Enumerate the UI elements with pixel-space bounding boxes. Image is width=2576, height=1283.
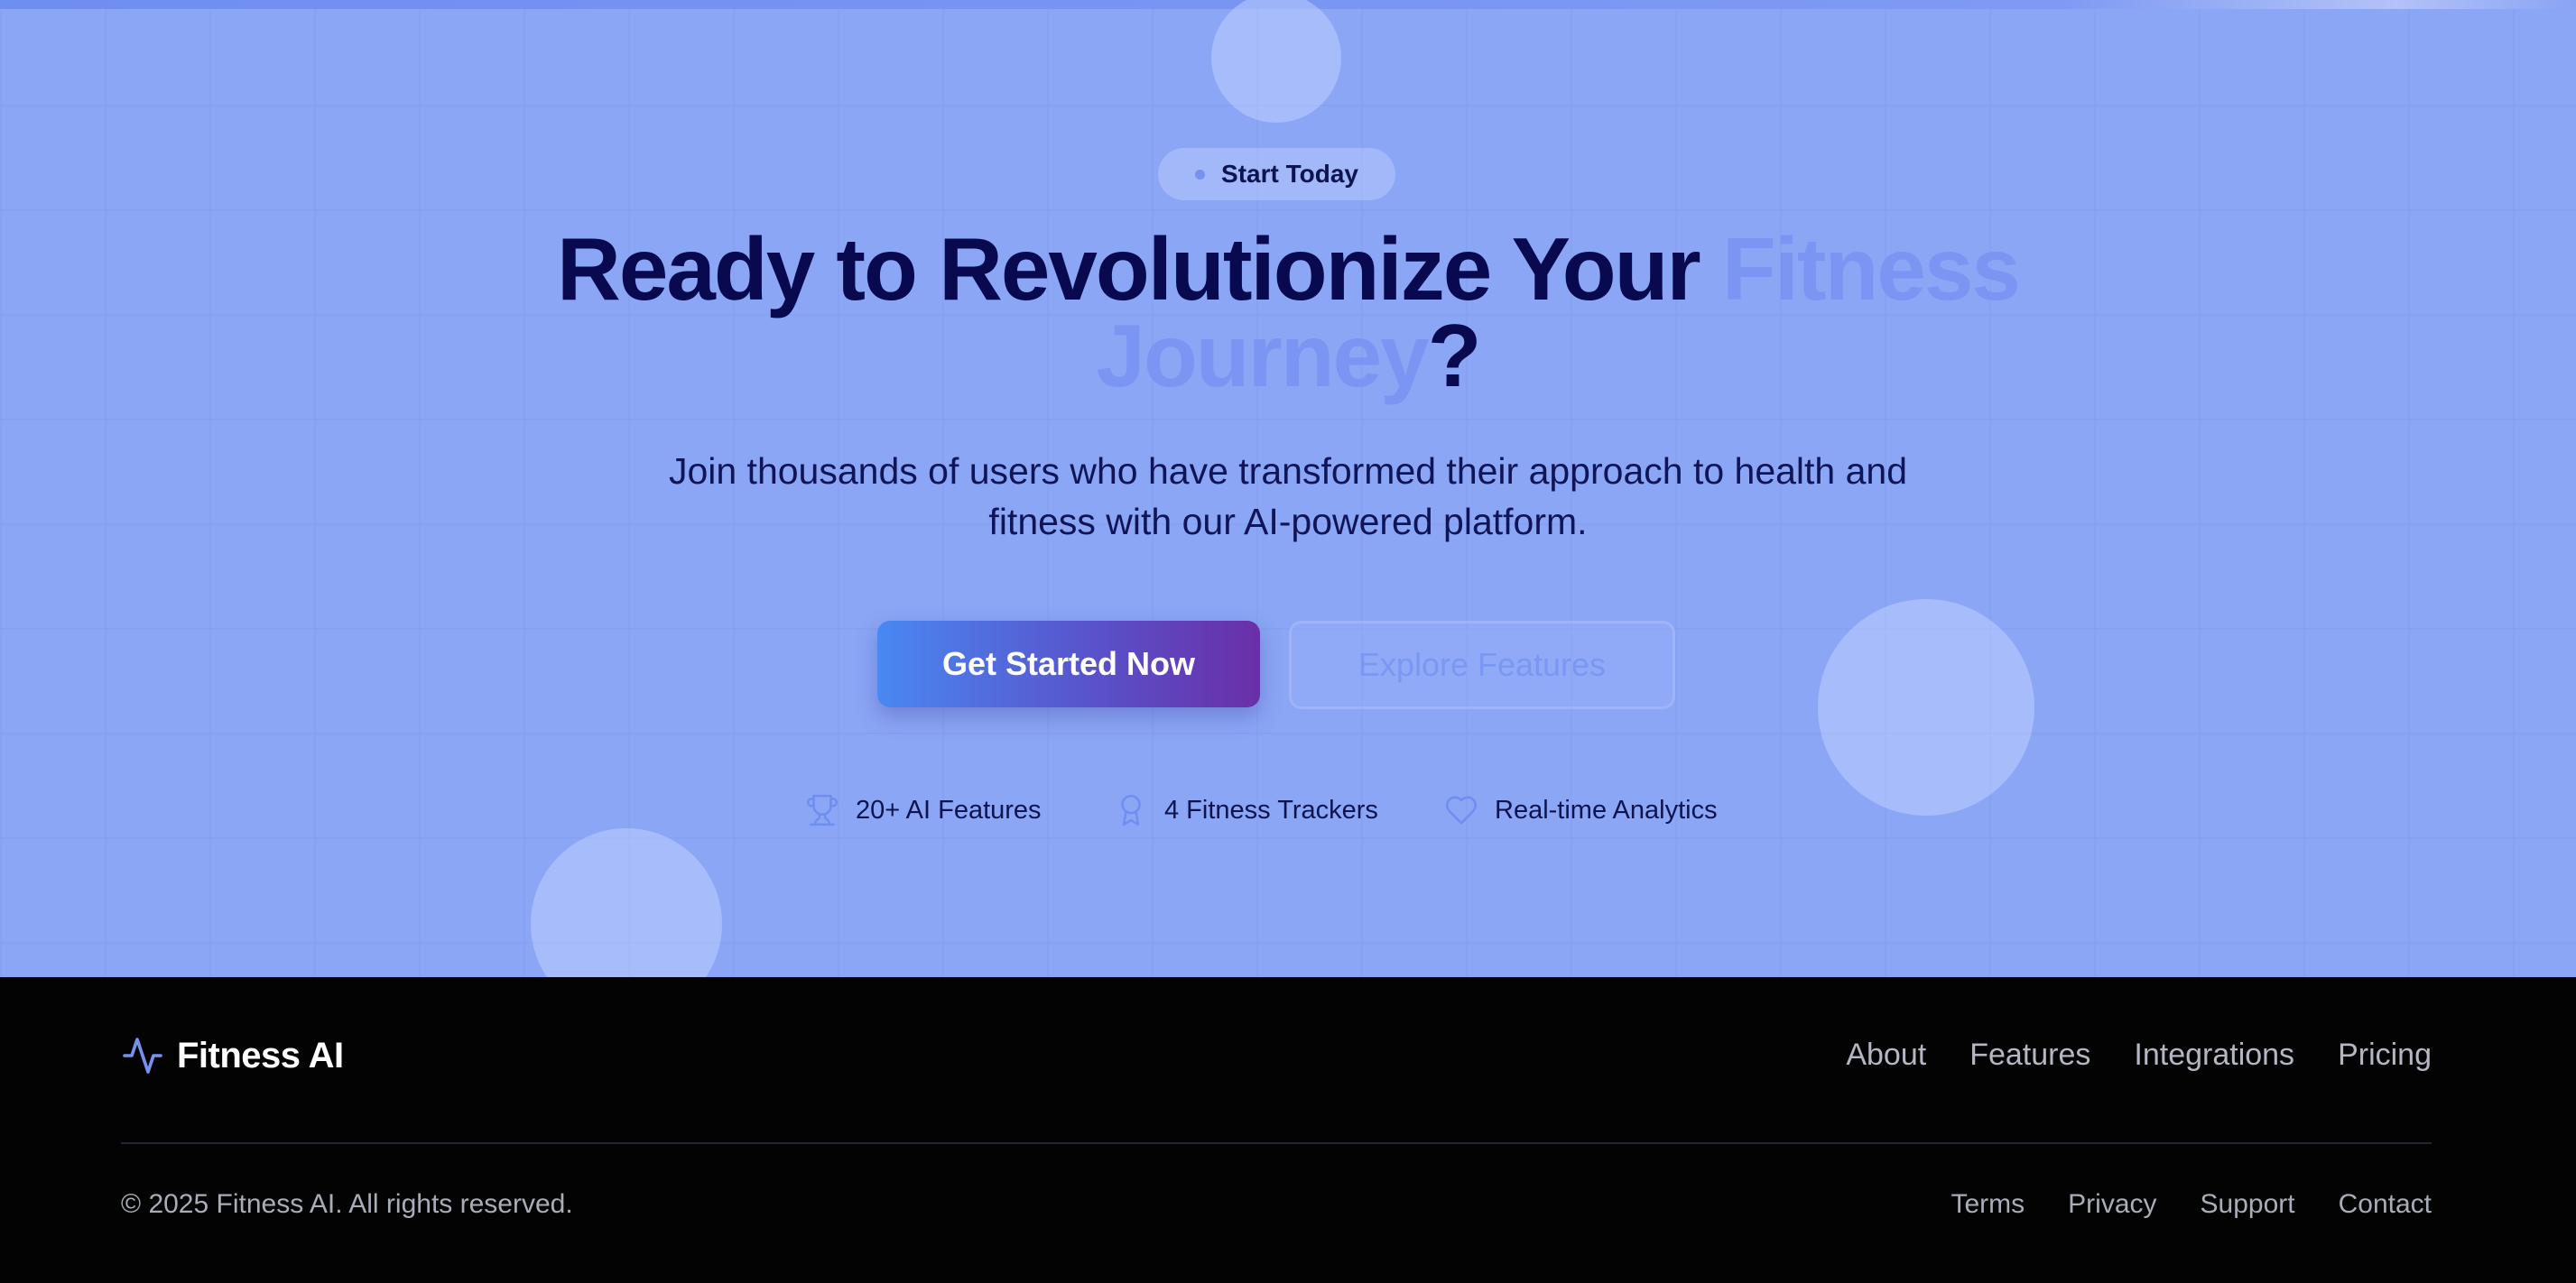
badge-dot-icon: [1195, 169, 1206, 180]
brand-name: Fitness AI: [177, 1035, 344, 1075]
headline-text: Ready to Revolutionize Your: [557, 219, 1722, 318]
decorative-circle: [1211, 0, 1341, 123]
footer-link-terms[interactable]: Terms: [1951, 1189, 2025, 1220]
footer-legal-links: Terms Privacy Support Contact: [1951, 1189, 2432, 1220]
footer-nav-features[interactable]: Features: [1969, 1038, 2090, 1073]
hero-headline: Ready to Revolutionize Your Fitness Jour…: [476, 225, 2100, 400]
stat-item: Real-time Analytics: [1444, 792, 1718, 828]
footer-brand[interactable]: Fitness AI: [121, 1034, 344, 1077]
footer-nav-pricing[interactable]: Pricing: [2338, 1038, 2432, 1073]
activity-pulse-icon: [123, 1038, 162, 1074]
stat-item: 20+ AI Features: [805, 792, 1042, 828]
get-started-button[interactable]: Get Started Now: [877, 621, 1260, 707]
award-icon: [1121, 794, 1141, 826]
footer-link-contact[interactable]: Contact: [2339, 1189, 2432, 1220]
hero-subtext: Join thousands of users who have transfo…: [668, 450, 1908, 542]
stat-label: 20+ AI Features: [856, 795, 1042, 825]
footer-divider: [121, 1142, 2432, 1144]
heart-icon: [1445, 796, 1478, 825]
explore-features-button[interactable]: Explore Features: [1289, 621, 1675, 709]
stat-label: Real-time Analytics: [1495, 795, 1718, 825]
footer-nav-about[interactable]: About: [1846, 1038, 1926, 1073]
stat-item: 4 Fitness Trackers: [1114, 792, 1378, 828]
site-footer: [0, 977, 2576, 1283]
footer-link-support[interactable]: Support: [2201, 1189, 2295, 1220]
start-today-badge: Start Today: [1158, 148, 1395, 200]
footer-nav: About Features Integrations Pricing: [1846, 1038, 2432, 1073]
footer-nav-integrations[interactable]: Integrations: [2134, 1038, 2294, 1073]
headline-question-mark: ?: [1427, 306, 1482, 405]
stats-row: 20+ AI Features 4 Fitness Trackers Real-…: [0, 792, 2576, 837]
copyright-text: © 2025 Fitness AI. All rights reserved.: [121, 1189, 573, 1219]
decorative-circle: [1818, 599, 2034, 816]
badge-label: Start Today: [1221, 160, 1358, 188]
trophy-icon: [806, 794, 839, 826]
cta-hero-section: Start Today Ready to Revolutionize Your …: [0, 0, 2576, 977]
footer-link-privacy[interactable]: Privacy: [2068, 1189, 2156, 1220]
decorative-circle: [531, 828, 722, 977]
stat-label: 4 Fitness Trackers: [1164, 795, 1378, 825]
